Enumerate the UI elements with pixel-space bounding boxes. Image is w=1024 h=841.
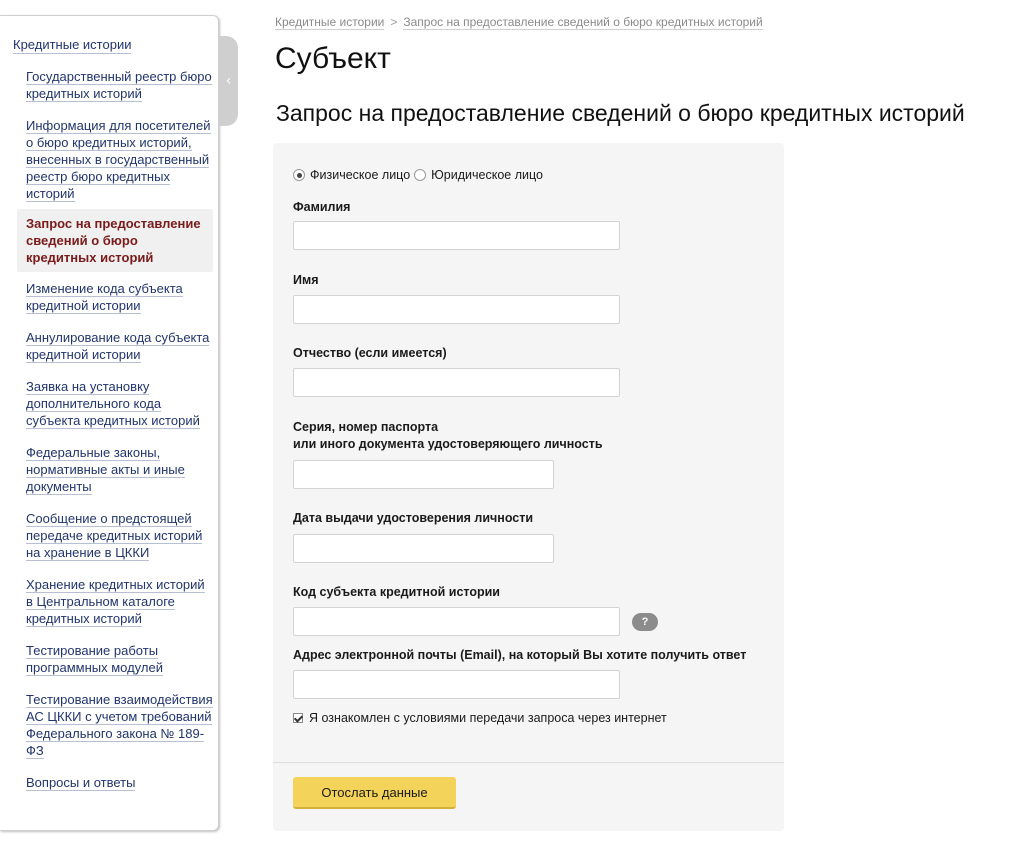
sidebar-collapse-button[interactable]: ‹ [219, 36, 238, 126]
passport-label-line2: или иного документа удостоверяющего личн… [293, 437, 603, 451]
sidebar-item-laws: Федеральные законы, нормативные акты и и… [17, 444, 213, 495]
sidebar-link-additional-code[interactable]: Заявка на установку дополнительного кода… [26, 379, 200, 429]
sidebar-nav: Кредитные истории Государственный реестр… [0, 15, 219, 831]
page-subtitle: Запрос на предоставление сведений о бюро… [276, 100, 965, 126]
issue-date-input[interactable] [293, 534, 554, 563]
sidebar-item-visitor-info: Информация для посетителей о бюро кредит… [17, 117, 213, 202]
radio-individual[interactable] [293, 169, 305, 181]
sidebar-item-change-code: Изменение кода субъекта кредитной истори… [17, 280, 213, 314]
surname-label: Фамилия [293, 200, 351, 214]
breadcrumb-link-request[interactable]: Запрос на предоставление сведений о бюро… [403, 15, 763, 30]
sidebar-item-faq: Вопросы и ответы [17, 774, 213, 791]
sidebar-item-registry: Государственный реестр бюро кредитных ис… [17, 68, 213, 102]
form-divider [273, 762, 784, 763]
sidebar-link-change-code[interactable]: Изменение кода субъекта кредитной истори… [26, 281, 183, 314]
sidebar-item-additional-code: Заявка на установку дополнительного кода… [17, 378, 213, 429]
passport-label: Серия, номер паспорта или иного документ… [293, 419, 603, 453]
breadcrumb: Кредитные истории > Запрос на предоставлен… [275, 14, 763, 30]
person-type-group: Физическое лицо Юридическое лицо [293, 168, 547, 182]
passport-label-line1: Серия, номер паспорта [293, 420, 439, 434]
sidebar-list: Государственный реестр бюро кредитных ис… [17, 68, 213, 806]
sidebar-item-testing-interaction: Тестирование взаимодействия АС ЦККИ с уч… [17, 691, 213, 759]
sidebar-link-testing-interaction[interactable]: Тестирование взаимодействия АС ЦККИ с уч… [26, 692, 213, 759]
agree-row: Я ознакомлен с условиями передачи запрос… [293, 711, 667, 725]
sidebar-link-registry[interactable]: Государственный реестр бюро кредитных ис… [26, 69, 212, 102]
sidebar-link-transfer-notice[interactable]: Сообщение о предстоящей передаче кредитн… [26, 511, 203, 561]
name-label: Имя [293, 273, 319, 287]
radio-legal-entity-label[interactable]: Юридическое лицо [431, 168, 543, 182]
submit-button[interactable]: Отослать данные [293, 777, 456, 809]
email-input[interactable] [293, 670, 620, 699]
issue-date-label: Дата выдачи удостоверения личности [293, 511, 534, 525]
radio-legal-entity[interactable] [414, 169, 427, 181]
breadcrumb-link-credit-histories[interactable]: Кредитные истории [275, 15, 385, 30]
page-title: Субъект [275, 42, 391, 75]
radio-individual-label[interactable]: Физическое лицо [310, 168, 410, 182]
request-form: Физическое лицо Юридическое лицо Фамилия… [273, 143, 784, 831]
help-icon[interactable]: ? [632, 613, 658, 631]
chevron-left-icon: ‹ [225, 73, 232, 89]
sidebar-item-testing-modules: Тестирование работы программных модулей [17, 642, 213, 676]
agree-label[interactable]: Я ознакомлен с условиями передачи запрос… [309, 711, 667, 725]
surname-input[interactable] [293, 221, 620, 250]
sidebar-item-cancel-code: Аннулирование кода субъекта кредитной ис… [17, 329, 213, 363]
email-label: Адрес электронной почты (Email), на кото… [293, 648, 747, 662]
subject-code-label: Код субъекта кредитной истории [293, 585, 500, 599]
patronymic-input[interactable] [293, 368, 620, 397]
agree-checkbox[interactable] [293, 713, 303, 723]
sidebar-link-laws[interactable]: Федеральные законы, нормативные акты и и… [26, 445, 185, 495]
sidebar-link-testing-modules[interactable]: Тестирование работы программных модулей [26, 643, 163, 676]
sidebar-item-request-active: Запрос на предоставление сведений о бюро… [17, 209, 213, 272]
sidebar-link-visitor-info[interactable]: Информация для посетителей о бюро кредит… [26, 118, 211, 202]
sidebar-item-storage: Хранение кредитных историй в Центральном… [17, 576, 213, 627]
breadcrumb-separator: > [390, 15, 398, 29]
sidebar-link-storage[interactable]: Хранение кредитных историй в Центральном… [26, 577, 205, 627]
subject-code-input[interactable] [293, 607, 620, 636]
patronymic-label: Отчество (если имеется) [293, 346, 447, 360]
sidebar-item-transfer-notice: Сообщение о предстоящей передаче кредитн… [17, 510, 213, 561]
passport-input[interactable] [293, 460, 554, 489]
sidebar-link-faq[interactable]: Вопросы и ответы [26, 775, 136, 791]
sidebar-root-link[interactable]: Кредитные истории [13, 36, 132, 54]
name-input[interactable] [293, 295, 620, 324]
sidebar-link-cancel-code[interactable]: Аннулирование кода субъекта кредитной ис… [26, 330, 210, 363]
